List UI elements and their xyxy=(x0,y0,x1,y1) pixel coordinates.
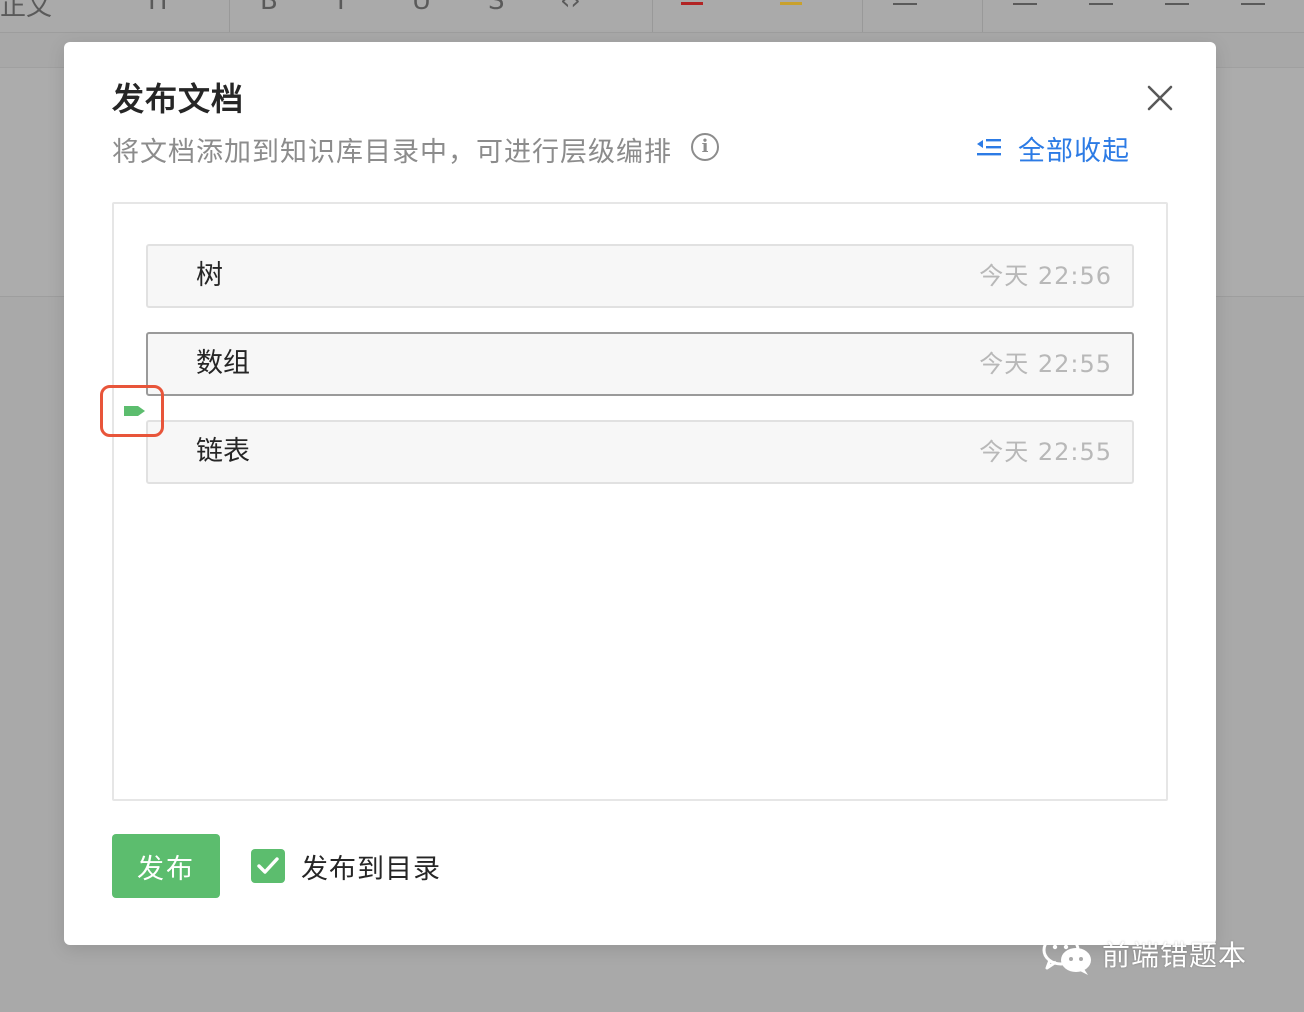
toolbar-divider xyxy=(982,0,983,32)
publish-to-catalog-label: 发布到目录 xyxy=(301,853,441,885)
tree-node-time: 今天 22:55 xyxy=(979,438,1112,466)
tree-node-title: 链表 xyxy=(196,436,250,467)
info-icon[interactable]: i xyxy=(691,133,719,161)
close-button[interactable] xyxy=(1144,82,1176,114)
close-icon xyxy=(1147,85,1173,111)
toolbar-divider xyxy=(862,0,863,32)
toolbar-bold-icon: B xyxy=(260,0,278,16)
watermark-text: 前端错题本 xyxy=(1102,939,1248,972)
editor-toolbar: 正文 H B I U S ‹› xyxy=(0,0,1304,33)
wechat-logo xyxy=(1042,934,1091,975)
collapse-all-label: 全部收起 xyxy=(1018,135,1130,167)
publish-button[interactable]: 发布 xyxy=(112,834,220,898)
tree-node[interactable]: 树 今天 22:56 xyxy=(146,244,1134,308)
publish-to-catalog-option[interactable]: 发布到目录 xyxy=(251,848,441,885)
dialog-subtitle: 将文档添加到知识库目录中，可进行层级编排 xyxy=(112,137,672,168)
publish-to-catalog-checkbox[interactable] xyxy=(251,849,285,883)
toolbar-task-list-icon xyxy=(1165,3,1189,5)
collapse-all-icon xyxy=(977,139,1001,156)
tree-node-title: 数组 xyxy=(196,348,250,379)
tree-node[interactable]: 链表 今天 22:55 xyxy=(146,420,1134,484)
toolbar-code-icon: ‹› xyxy=(560,0,581,16)
toolbar-heading-icon: H xyxy=(148,0,168,16)
toolbar-align-icon xyxy=(893,3,917,5)
toolbar-strikethrough-icon: S xyxy=(488,0,505,16)
toolbar-indent-icon xyxy=(1241,3,1265,5)
catalog-tree: 树 今天 22:56 数组 今天 22:55 链表 今天 22:55 xyxy=(100,202,1168,801)
toolbar-ordered-list-icon xyxy=(1089,3,1113,5)
dialog-title: 发布文档 xyxy=(112,80,245,118)
collapse-all-button[interactable]: 全部收起 xyxy=(976,130,1130,167)
drop-position-marker-icon xyxy=(124,406,145,416)
watermark: 前端错题本 xyxy=(1040,930,1247,978)
toolbar-divider xyxy=(652,0,653,32)
toolbar-highlight-icon xyxy=(780,2,802,5)
tree-node-time: 今天 22:56 xyxy=(979,262,1112,290)
tree-node-dragging[interactable]: 数组 今天 22:55 xyxy=(146,332,1134,396)
toolbar-italic-icon: I xyxy=(337,0,345,16)
toolbar-text-style-icon: 正文 xyxy=(0,0,53,22)
toolbar-underline-icon: U xyxy=(412,0,432,16)
toolbar-bullet-list-icon xyxy=(1013,3,1037,5)
check-icon xyxy=(257,857,279,874)
tree-node-time: 今天 22:55 xyxy=(979,350,1112,378)
toolbar-divider xyxy=(229,0,230,32)
publish-document-dialog: 发布文档 将文档添加到知识库目录中，可进行层级编排 i 全部收起 树 今天 22… xyxy=(64,42,1216,945)
drop-position-highlight xyxy=(100,385,164,437)
toolbar-font-color-icon xyxy=(681,2,703,5)
tree-node-title: 树 xyxy=(196,260,223,291)
